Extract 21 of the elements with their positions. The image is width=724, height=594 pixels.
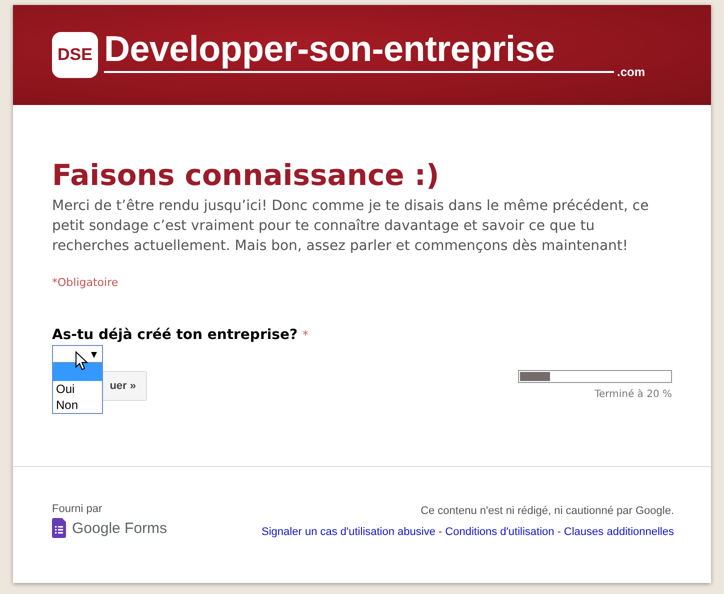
form-title: Faisons connaissance :): [52, 157, 440, 193]
site-domain: .com: [617, 65, 646, 79]
required-note: *Obligatoire: [52, 276, 120, 289]
provided-by-label: Fourni par: [52, 503, 104, 515]
disclaimer-text: Ce contenu n'est ni rédigé, ni cautionné par Google.: [420, 505, 674, 517]
forms-icon: [52, 518, 66, 538]
link-separator: -: [557, 526, 561, 538]
footer-link[interactable]: Clauses additionnelles: [564, 526, 674, 538]
form-description: Merci de t’être rendu jusqu’ici! Donc comme je te disais dans le même précédent, ce petit sondage c’est vraiment pour te connaître davantage et savoir ce que tu recherches actuellement. Mais bon, assez parler et commençons dès maintenant!: [52, 197, 650, 256]
question-label: As-tu déjà créé ton entreprise?: [52, 327, 298, 343]
link-separator: -: [438, 526, 442, 538]
footer-link[interactable]: Signaler un cas d'utilisation abusive: [262, 526, 436, 538]
progress-label: Terminé à 20 %: [594, 389, 672, 400]
dropdown-option[interactable]: Oui: [53, 381, 102, 397]
google-forms-logo-text: Google Forms: [72, 520, 168, 536]
logo-badge: DSE: [52, 32, 98, 78]
required-mark: *: [302, 328, 308, 342]
site-name: Developper-son-entreprise: [104, 31, 556, 67]
footer-link[interactable]: Conditions d'utilisation: [445, 526, 554, 538]
dropdown-option[interactable]: Non: [53, 397, 102, 413]
dropdown-option[interactable]: [53, 363, 102, 381]
